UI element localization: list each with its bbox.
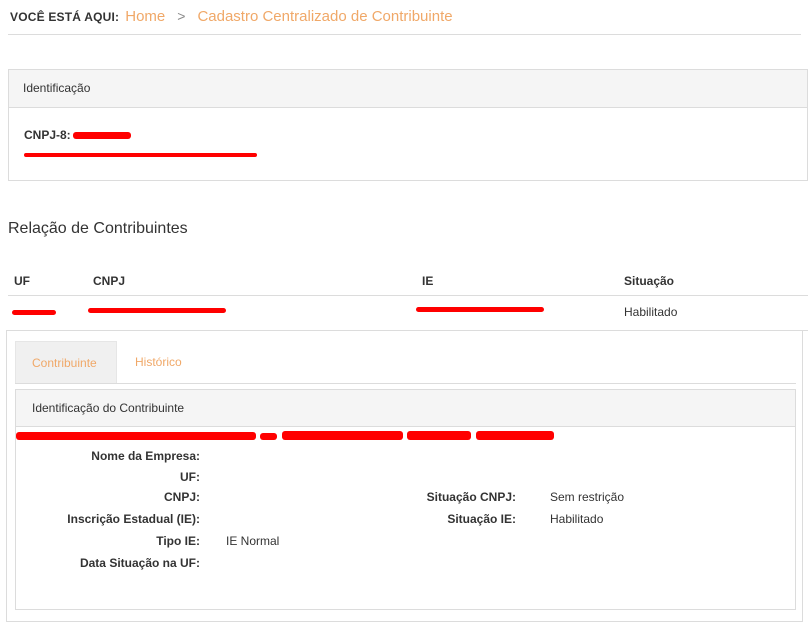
- value-situacao-cnpj: Sem restrição: [550, 490, 625, 504]
- column-header-uf: UF: [14, 274, 30, 288]
- redacted-cnpj: [88, 308, 226, 313]
- breadcrumb-prefix: VOCÊ ESTÁ AQUI:: [10, 10, 120, 24]
- redacted-cnpj-detail: [281, 431, 403, 440]
- column-header-ie: IE: [422, 274, 434, 288]
- table-row[interactable]: Habilitado: [8, 296, 808, 331]
- redacted-uf-value: [260, 433, 278, 440]
- column-header-cnpj: CNPJ: [93, 274, 126, 288]
- value-situacao-ie: Habilitado: [550, 512, 604, 526]
- row-situacao: Habilitado: [624, 305, 678, 319]
- taxpayer-detail: Contribuinte Histórico Identificação do …: [6, 330, 803, 622]
- label-cnpj: CNPJ:: [163, 490, 200, 504]
- breadcrumb-current: Cadastro Centralizado de Contribuinte: [197, 8, 453, 25]
- redacted-ie: [416, 307, 544, 312]
- tab-contribuinte[interactable]: Contribuinte: [15, 341, 117, 383]
- identification-panel-title: Identificação: [9, 70, 807, 108]
- redacted-data-situacao: [475, 431, 554, 440]
- label-uf: UF:: [180, 470, 200, 484]
- label-inscricao-estadual: Inscrição Estadual (IE):: [67, 512, 200, 526]
- taxpayer-identification-panel: Identificação do Contribuinte Nome da Em…: [15, 389, 796, 610]
- breadcrumb-divider: [8, 34, 801, 35]
- redacted-ie-detail: [407, 431, 472, 440]
- section-title: Relação de Contribuintes: [8, 220, 188, 237]
- tab-historico[interactable]: Histórico: [119, 341, 198, 383]
- taxpayer-table-header: UF CNPJ IE Situação: [8, 265, 808, 296]
- column-header-situacao: Situação: [624, 274, 675, 288]
- taxpayer-identification-title: Identificação do Contribuinte: [16, 390, 795, 427]
- breadcrumb-home-link[interactable]: Home: [125, 8, 165, 25]
- label-situacao-cnpj: Situação CNPJ:: [426, 490, 516, 504]
- redacted-uf: [12, 310, 56, 315]
- redacted-company-line: [24, 153, 257, 157]
- value-tipo-ie: IE Normal: [226, 534, 280, 548]
- identification-panel: Identificação CNPJ-8:: [8, 69, 808, 181]
- breadcrumb-separator: >: [177, 8, 186, 24]
- redacted-cnpj-value: [72, 131, 131, 139]
- label-company-name: Nome da Empresa:: [91, 449, 200, 463]
- cnpj-prefix-label: CNPJ-8:: [24, 128, 71, 142]
- label-situacao-ie: Situação IE:: [447, 512, 516, 526]
- detail-tabs: Contribuinte Histórico: [15, 341, 796, 384]
- cnpj-identifier: CNPJ-8:: [24, 128, 131, 142]
- label-tipo-ie: Tipo IE:: [156, 534, 200, 548]
- redacted-company-name: [16, 432, 256, 440]
- breadcrumb: VOCÊ ESTÁ AQUI: Home > Cadastro Centrali…: [10, 8, 453, 28]
- label-data-situacao: Data Situação na UF:: [79, 556, 200, 570]
